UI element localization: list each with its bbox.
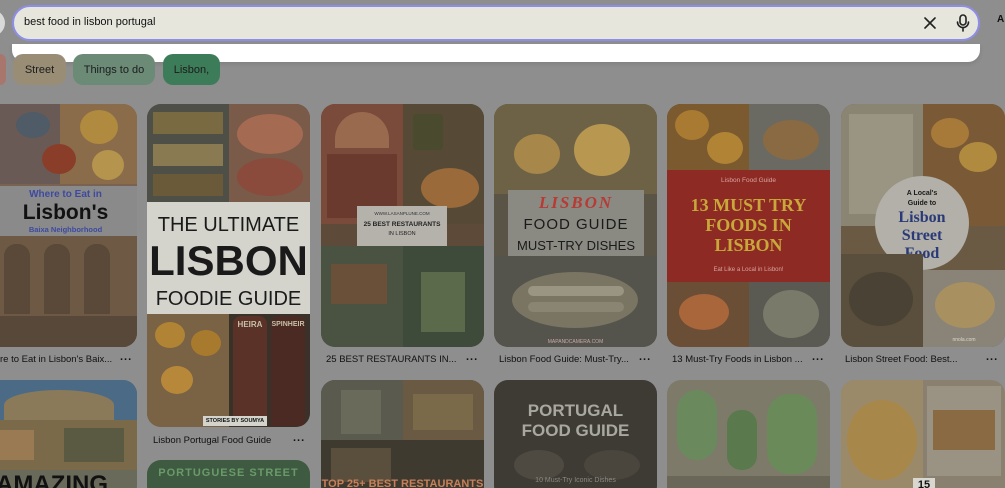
pin-caption[interactable]: Lisbon Street Food: Best... xyxy=(845,354,957,365)
bottle-label: HEIRA xyxy=(237,319,263,329)
filter-chip-street[interactable]: Street xyxy=(13,54,66,85)
pin-image[interactable]: A Local's Guide to Lisbon Street Food nn… xyxy=(841,104,1005,347)
filter-chip[interactable] xyxy=(0,54,6,85)
clear-search-button[interactable] xyxy=(920,13,940,33)
pin-overlay-title: PORTUGAL xyxy=(527,401,624,420)
pin-caption[interactable]: Lisbon Food Guide: Must-Try... xyxy=(499,354,629,365)
pin-image[interactable] xyxy=(667,380,830,488)
pin-image[interactable]: WWW.LASANPLUNE.COM 25 BEST RESTAURANTS I… xyxy=(321,104,484,347)
pin-overlay-title: LISBON xyxy=(149,237,308,284)
search-bar[interactable]: best food in lisbon portugal xyxy=(12,5,980,41)
pin-more-button[interactable]: ... xyxy=(120,351,132,363)
bottle-label: SPINHEIR xyxy=(271,320,305,328)
pin-image[interactable]: LISBON FOOD GUIDE MUST-TRY DISHES MAPAND… xyxy=(494,104,657,347)
pin-overlay-title: PORTUGUESE STREET xyxy=(158,467,299,479)
pin-image[interactable]: THE ULTIMATE LISBON FOODIE GUIDE HEIRA S… xyxy=(147,104,310,427)
pin-overlay-title: FOODS IN xyxy=(705,214,792,235)
pin-overlay-text: Lisbon Food Guide xyxy=(721,176,776,184)
pin-overlay-text: Eat Like a Local in Lisbon! xyxy=(713,267,784,273)
pin-overlay-title: Street xyxy=(901,227,943,244)
filter-chip-lisbon[interactable]: Lisbon, xyxy=(163,54,220,85)
pin-overlay-title: Lisbon's xyxy=(22,201,109,224)
pin-overlay-text: Where to Eat in xyxy=(29,188,102,200)
pin-more-button[interactable]: ... xyxy=(812,351,824,363)
pin-overlay-title: Lisbon xyxy=(898,209,946,226)
pin-image[interactable]: Where to Eat in Lisbon's Baixa Neighborh… xyxy=(0,104,137,347)
pin-more-button[interactable]: ... xyxy=(293,432,305,444)
pin-credit: MAPANDCAMERA.COM xyxy=(547,339,604,345)
pin-overlay-title: AMAZING xyxy=(0,471,108,488)
pin-overlay-title: 13 MUST TRY xyxy=(690,194,807,215)
pin-image[interactable]: PORTUGAL FOOD GUIDE 10 Must-Try Iconic D… xyxy=(494,380,657,488)
pin-overlay-title: FOOD GUIDE xyxy=(521,421,630,440)
pin-overlay-title: LISBON xyxy=(714,234,783,255)
pin-overlay-text: Baixa Neighborhood xyxy=(28,224,103,234)
search-suggestions-panel xyxy=(12,44,980,62)
pin-overlay-text: Guide to xyxy=(907,199,937,207)
chip-label: Street xyxy=(24,63,55,76)
avatar[interactable]: A xyxy=(997,14,1004,25)
pin-caption[interactable]: Lisbon Portugal Food Guide xyxy=(153,435,271,446)
pin-overlay-text: A Local's xyxy=(906,189,938,197)
pin-image[interactable]: AMAZING xyxy=(0,380,137,488)
pin-overlay-text: THE ULTIMATE xyxy=(157,213,300,236)
pin-overlay-text: FOOD GUIDE xyxy=(523,215,629,233)
pin-overlay-text: IN LISBON xyxy=(388,231,416,237)
pin-overlay-title: LISBON xyxy=(538,193,614,212)
microphone-icon xyxy=(956,14,970,32)
chip-label: Lisbon, xyxy=(173,63,210,76)
pin-more-button[interactable]: ... xyxy=(466,351,478,363)
filter-chip-things-to-do[interactable]: Things to do xyxy=(73,54,155,85)
pin-caption[interactable]: re to Eat in Lisbon's Baix... xyxy=(0,354,112,365)
pin-credit: STORIES BY SOUMYA xyxy=(203,416,267,426)
voice-search-button[interactable] xyxy=(952,12,974,34)
pin-caption[interactable]: 25 BEST RESTAURANTS IN... xyxy=(326,354,457,365)
pin-overlay-text: WWW.LASANPLUNE.COM xyxy=(374,210,430,216)
pin-caption[interactable]: 13 Must-Try Foods in Lisbon ... xyxy=(672,354,803,365)
pin-credit: nnola.com xyxy=(952,337,976,343)
pin-overlay-title: TOP 25+ BEST RESTAURANTS xyxy=(321,478,484,488)
pin-overlay-text: 10 Must-Try Iconic Dishes xyxy=(535,476,616,484)
pin-more-button[interactable]: ... xyxy=(986,351,998,363)
pin-image[interactable]: 15 xyxy=(841,380,1005,488)
close-icon xyxy=(924,17,936,29)
pin-image[interactable]: TOP 25+ BEST RESTAURANTS xyxy=(321,380,484,488)
pin-overlay-text: FOODIE GUIDE xyxy=(155,287,302,310)
search-input[interactable]: best food in lisbon portugal xyxy=(24,16,155,28)
pin-more-button[interactable]: ... xyxy=(639,351,651,363)
pin-overlay-text: MUST-TRY DISHES xyxy=(517,237,635,253)
pin-badge: 15 xyxy=(913,478,935,488)
back-button-edge[interactable] xyxy=(0,10,5,36)
chip-label: Things to do xyxy=(83,63,145,76)
pin-image[interactable]: PORTUGUESE STREET xyxy=(147,460,310,488)
pin-image[interactable]: Lisbon Food Guide 13 MUST TRY FOODS IN L… xyxy=(667,104,830,347)
